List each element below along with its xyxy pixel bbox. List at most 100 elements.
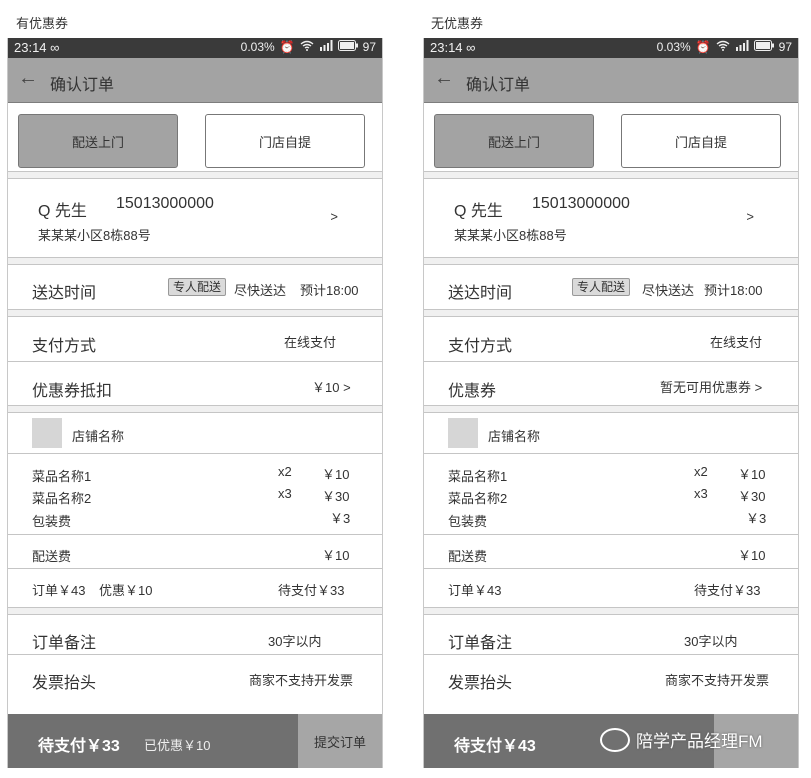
divider — [8, 257, 382, 265]
divider — [8, 406, 382, 413]
phone-screen-no-coupon: 23:14 ∞ 0.03% ⏰ 97 ← 确认订单 配送上门 门店自提 Q 先生… — [423, 38, 799, 768]
order-summary-row: 订单￥43 待支付￥33 — [424, 569, 798, 608]
item-price: ￥10 — [322, 467, 350, 482]
delivery-eta: 预计18:00 — [704, 283, 763, 298]
coupon-row[interactable]: 优惠券抵扣 ￥10 > — [8, 362, 382, 406]
item-price: ￥10 — [738, 467, 766, 482]
delivery-fee-row: 配送费 ￥10 — [8, 535, 382, 569]
divider — [424, 171, 798, 179]
order-note-row[interactable]: 订单备注 30字以内 — [424, 615, 798, 655]
store-pickup-button[interactable]: 门店自提 — [621, 114, 781, 168]
row-label: 订单备注 — [32, 635, 97, 652]
row-label: 支付方式 — [448, 338, 513, 355]
item-qty: x2 — [278, 464, 292, 479]
divider — [424, 257, 798, 265]
wifi-icon — [300, 40, 314, 54]
screen-caption: 有优惠券 — [16, 16, 69, 31]
item-name: 包装费 — [448, 514, 488, 529]
note-placeholder: 30字以内 — [684, 634, 738, 649]
chevron-right-icon: > — [330, 209, 338, 224]
row-label: 优惠券 — [448, 383, 497, 400]
row-label: 支付方式 — [32, 338, 97, 355]
status-time: 23:14 ∞ — [14, 40, 60, 55]
recipient-name: Q 先生 — [38, 203, 87, 220]
delivery-fee-row: 配送费 ￥10 — [424, 535, 798, 569]
status-right: 0.03% ⏰ 97 — [241, 40, 376, 54]
order-note-row[interactable]: 订单备注 30字以内 — [8, 615, 382, 655]
item-name: 菜品名称1 — [32, 469, 92, 484]
divider — [8, 310, 382, 317]
address-card[interactable]: Q 先生 15013000000 某某某小区8栋88号 > — [8, 179, 382, 257]
signal-icon — [735, 40, 749, 54]
row-label: 送达时间 — [448, 285, 513, 302]
back-arrow-icon[interactable]: ← — [434, 67, 454, 90]
item-name: 菜品名称2 — [32, 491, 92, 506]
divider — [424, 310, 798, 317]
order-items: 菜品名称1 x2 ￥10 菜品名称2 x3 ￥30 包装费 ￥3 — [424, 454, 798, 535]
row-value: 商家不支持开发票 — [665, 673, 770, 688]
recipient-phone: 15013000000 — [116, 195, 214, 212]
shop-name: 店铺名称 — [72, 429, 125, 444]
row-value: 在线支付 — [284, 335, 337, 350]
item-price: ￥30 — [322, 489, 350, 504]
chevron-right-icon: > — [746, 209, 754, 224]
shop-logo — [448, 418, 478, 448]
alarm-icon: ⏰ — [279, 40, 295, 54]
status-time: 23:14 ∞ — [430, 40, 476, 55]
shop-header: 店铺名称 — [8, 413, 382, 454]
delivery-time-row[interactable]: 送达时间 专人配送 尽快送达 预计18:00 — [424, 265, 798, 310]
order-total: 订单￥43 — [448, 583, 502, 598]
home-delivery-button[interactable]: 配送上门 — [434, 114, 594, 168]
note-placeholder: 30字以内 — [268, 634, 322, 649]
wifi-icon — [716, 40, 730, 54]
battery-icon — [337, 40, 358, 54]
invoice-row[interactable]: 发票抬头 商家不支持开发票 — [424, 655, 798, 695]
amount-due: 待支付￥33 — [278, 583, 345, 598]
row-label: 订单备注 — [448, 635, 513, 652]
address-card[interactable]: Q 先生 15013000000 某某某小区8栋88号 > — [424, 179, 798, 257]
store-pickup-button[interactable]: 门店自提 — [205, 114, 365, 168]
delivery-mode-selector: 配送上门 门店自提 — [8, 103, 382, 171]
back-arrow-icon[interactable]: ← — [18, 67, 38, 90]
pay-amount: 待支付￥33 — [38, 738, 120, 755]
delivery-tag: 专人配送 — [572, 278, 631, 296]
battery-icon — [753, 40, 774, 54]
order-discount: 优惠￥10 — [99, 583, 153, 598]
pay-amount: 待支付￥43 — [454, 738, 536, 755]
divider — [424, 406, 798, 413]
recipient-phone: 15013000000 — [532, 195, 630, 212]
delivery-speed: 尽快送达 — [234, 283, 287, 298]
coupon-row[interactable]: 优惠券 暂无可用优惠券 > — [424, 362, 798, 406]
status-right: 0.03% ⏰ 97 — [657, 40, 792, 54]
submit-order-button[interactable]: 提交订单 — [298, 714, 382, 768]
row-label: 发票抬头 — [448, 675, 513, 692]
row-value: 商家不支持开发票 — [249, 673, 354, 688]
delivery-eta: 预计18:00 — [300, 283, 359, 298]
recipient-name: Q 先生 — [454, 203, 503, 220]
item-qty: x3 — [278, 486, 292, 501]
item-name: 包装费 — [32, 514, 72, 529]
alarm-icon: ⏰ — [695, 40, 711, 54]
item-name: 菜品名称2 — [448, 491, 508, 506]
checkout-bar: 待支付￥33 已优惠￥10 提交订单 — [8, 714, 382, 768]
status-bar: 23:14 ∞ 0.03% ⏰ 97 — [424, 38, 798, 58]
delivery-time-row[interactable]: 送达时间 专人配送 尽快送达 预计18:00 — [8, 265, 382, 310]
phone-screen-with-coupon: 23:14 ∞ 0.03% ⏰ 97 ← 确认订单 配送上门 门店自提 Q 先生… — [7, 38, 383, 768]
battery-level: 97 — [778, 40, 792, 54]
invoice-row[interactable]: 发票抬头 商家不支持开发票 — [8, 655, 382, 695]
item-price: ￥30 — [738, 489, 766, 504]
item-price: ￥3 — [330, 511, 351, 526]
divider — [8, 608, 382, 615]
nav-bar: ← 确认订单 — [424, 58, 798, 103]
page-title: 确认订单 — [50, 77, 115, 94]
payment-method-row[interactable]: 支付方式 在线支付 — [8, 317, 382, 362]
row-value: ￥10 — [322, 548, 350, 563]
item-name: 菜品名称1 — [448, 469, 508, 484]
row-label: 发票抬头 — [32, 675, 97, 692]
network-speed: 0.03% — [656, 40, 691, 54]
row-label: 送达时间 — [32, 285, 97, 302]
row-value: ￥10 > — [312, 380, 351, 395]
item-price: ￥3 — [746, 511, 767, 526]
payment-method-row[interactable]: 支付方式 在线支付 — [424, 317, 798, 362]
home-delivery-button[interactable]: 配送上门 — [18, 114, 178, 168]
